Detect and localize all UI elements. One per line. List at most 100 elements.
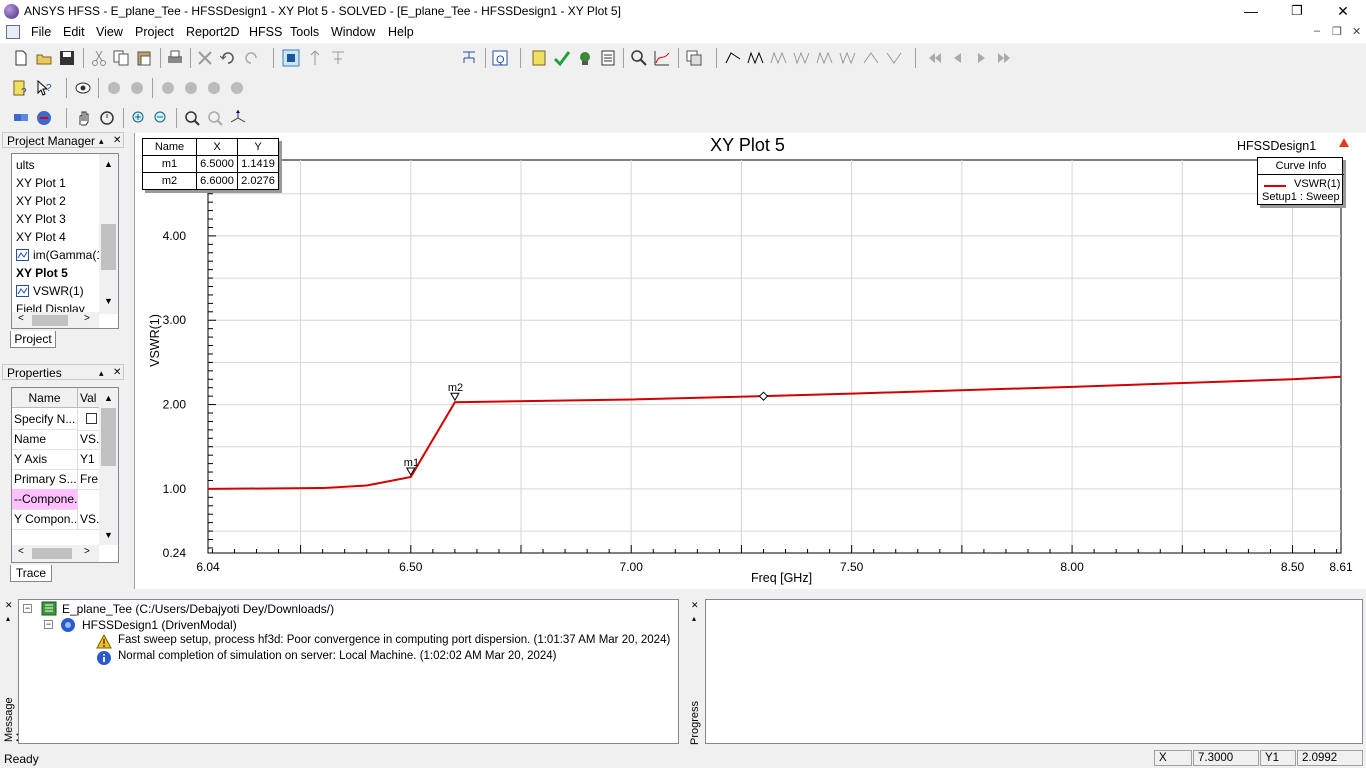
analyze-icon[interactable] — [553, 49, 571, 67]
restore-button[interactable]: ❐ — [1274, 0, 1320, 23]
properties-vscroll[interactable]: ▲ ▼ — [99, 388, 118, 545]
close-button[interactable]: ✕ — [1320, 0, 1366, 23]
view-4-icon[interactable] — [228, 79, 246, 97]
fit-all-icon[interactable] — [206, 109, 224, 127]
rotate-icon[interactable] — [98, 109, 116, 127]
mdi-minimize-button[interactable]: – — [1314, 25, 1320, 37]
zoom-region-icon[interactable] — [183, 109, 201, 127]
col-value-header[interactable]: Val — [78, 388, 99, 408]
open-icon[interactable] — [35, 49, 53, 67]
menu-project[interactable]: Project — [135, 25, 174, 39]
menu-view[interactable]: View — [96, 25, 123, 39]
message-close-icon[interactable]: ✕ — [5, 600, 13, 611]
properties-hscroll[interactable]: < > — [12, 545, 99, 562]
message-info[interactable]: Normal completion of simulation on serve… — [118, 650, 557, 662]
zoom-in-icon[interactable] — [130, 109, 148, 127]
zoom-plot-icon[interactable] — [630, 49, 648, 67]
menu-help[interactable]: Help — [388, 25, 414, 39]
tree-item[interactable]: XY Plot 1 — [16, 176, 66, 190]
progress-close-icon[interactable]: ✕ — [691, 600, 699, 611]
view-3-icon[interactable] — [205, 79, 223, 97]
pin-icon[interactable]: ▴ — [99, 133, 104, 149]
mdi-restore-button[interactable]: ❐ — [1332, 25, 1342, 38]
paste-icon[interactable] — [135, 49, 153, 67]
tree-item[interactable]: Field Display — [16, 302, 85, 312]
cut-icon[interactable] — [90, 49, 108, 67]
help-topics-icon[interactable]: ? — [12, 79, 30, 97]
marker-icon[interactable] — [724, 49, 742, 67]
message-project[interactable]: E_plane_Tee (C:/Users/Debajyoti Dey/Down… — [62, 602, 334, 616]
marker-next-min-icon[interactable] — [816, 49, 834, 67]
show-icon[interactable] — [105, 79, 123, 97]
tree-item[interactable]: VSWR(1) — [16, 284, 84, 298]
results-icon[interactable] — [576, 49, 594, 67]
print-icon[interactable] — [166, 49, 184, 67]
report-icon[interactable] — [599, 49, 617, 67]
view-1-icon[interactable] — [159, 79, 177, 97]
mdi-close-button[interactable]: ✕ — [1352, 25, 1361, 38]
tree-item[interactable]: XY Plot 5 — [16, 266, 68, 280]
delete-icon[interactable] — [196, 49, 214, 67]
axes-icon[interactable] — [229, 109, 247, 127]
pan-icon[interactable] — [75, 109, 93, 127]
tree-icon[interactable] — [329, 49, 347, 67]
eye-icon[interactable] — [74, 79, 92, 97]
model-icon[interactable] — [12, 109, 30, 127]
collapse-icon[interactable]: − — [23, 604, 32, 613]
close-icon[interactable]: ✕ — [113, 365, 121, 381]
query-icon[interactable]: Q — [491, 49, 509, 67]
menu-hfss[interactable]: HFSS — [249, 25, 282, 39]
menu-file[interactable]: File — [31, 25, 51, 39]
project-tree-hscroll[interactable]: < > — [12, 312, 99, 328]
zoom-out-icon[interactable] — [152, 109, 170, 127]
close-icon[interactable]: ✕ — [113, 133, 121, 149]
tab-trace[interactable]: Trace — [10, 565, 52, 582]
marker-valley-icon[interactable] — [885, 49, 903, 67]
marker-peak-icon[interactable] — [862, 49, 880, 67]
project-tree-vscroll[interactable]: ▲ ▼ — [99, 154, 118, 314]
plot-curve-icon[interactable] — [653, 49, 671, 67]
first-icon[interactable] — [926, 49, 944, 67]
boundary-icon[interactable] — [35, 109, 53, 127]
property-value[interactable]: Y1 — [78, 449, 99, 470]
menu-report2d[interactable]: Report2D — [186, 25, 240, 39]
xy-plot-canvas[interactable]: 6.04 6.50 7.00 7.50 8.00 8.50 8.61 0.24 1.00 2.00… — [135, 133, 1366, 589]
view-2-icon[interactable] — [182, 79, 200, 97]
document-icon[interactable] — [6, 25, 20, 39]
col-name-header[interactable]: Name — [12, 388, 78, 408]
property-value[interactable] — [78, 409, 99, 431]
property-value[interactable]: Fre — [78, 469, 99, 490]
validate-icon[interactable] — [530, 49, 548, 67]
property-value[interactable] — [78, 489, 99, 490]
redo-icon[interactable] — [242, 49, 260, 67]
new-icon[interactable] — [12, 49, 30, 67]
message-pin-icon[interactable]: ▴ — [6, 614, 10, 623]
specify-checkbox[interactable] — [86, 413, 97, 424]
tree-item[interactable]: ults — [16, 158, 35, 172]
tree-item[interactable]: XY Plot 4 — [16, 230, 66, 244]
marker-next-max-icon[interactable] — [793, 49, 811, 67]
previous-icon[interactable] — [949, 49, 967, 67]
copy-icon[interactable] — [112, 49, 130, 67]
copy-image-icon[interactable] — [685, 49, 703, 67]
tree-item[interactable]: XY Plot 2 — [16, 194, 66, 208]
progress-pin-icon[interactable]: ▴ — [692, 614, 696, 623]
pin-icon[interactable]: ▴ — [99, 365, 104, 381]
curve-info-legend[interactable]: Curve Info VSWR(1) Setup1 : Sweep — [1257, 157, 1344, 205]
menu-tools[interactable]: Tools — [290, 25, 319, 39]
menu-edit[interactable]: Edit — [63, 25, 85, 39]
next-icon[interactable] — [972, 49, 990, 67]
undo-icon[interactable] — [219, 49, 237, 67]
hide-icon[interactable] — [128, 79, 146, 97]
hierarchy-icon[interactable] — [460, 49, 478, 67]
menu-window[interactable]: Window — [331, 25, 375, 39]
collapse-icon[interactable]: − — [44, 620, 53, 629]
message-design[interactable]: HFSSDesign1 (DrivenModal) — [82, 618, 237, 632]
marker-table[interactable]: Name X Y m1 6.5000 1.1419 m2 6.6000 2.02… — [142, 138, 279, 190]
tab-project[interactable]: Project — [10, 331, 56, 348]
marker-max-icon[interactable] — [747, 49, 765, 67]
property-value[interactable]: VS... — [78, 509, 99, 530]
marker-left-icon[interactable] — [839, 49, 857, 67]
property-value[interactable]: VS... — [78, 429, 99, 450]
message-warning[interactable]: Fast sweep setup, process hf3d: Poor con… — [118, 634, 670, 646]
